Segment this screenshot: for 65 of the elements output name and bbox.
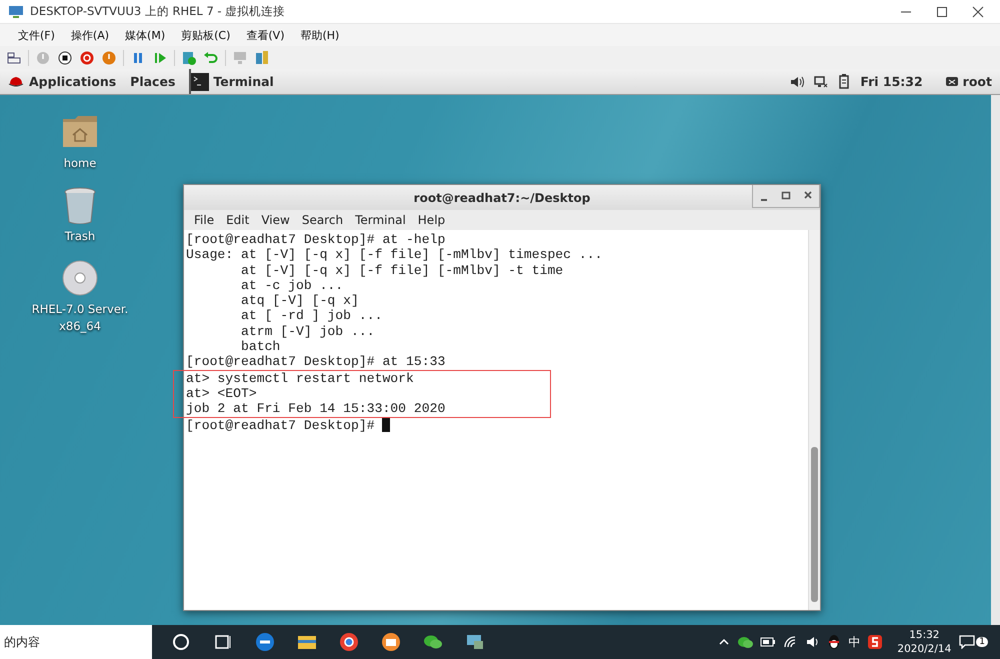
terminal-line: at> <EOT>: [186, 386, 257, 402]
window-title: DESKTOP-SVTVUU3 上的 RHEL 7 - 虚拟机连接: [30, 4, 286, 19]
places-menu[interactable]: Places: [130, 74, 176, 89]
menu-item[interactable]: 帮助(H): [292, 28, 348, 42]
terminal-title: root@readhat7:~/Desktop: [414, 190, 590, 204]
disc-icon[interactable]: [60, 259, 99, 297]
chat-icon[interactable]: [737, 635, 754, 649]
desktop-icon-label[interactable]: home: [64, 155, 96, 172]
terminal-line: [root@readhat7 Desktop]# at 15:33: [186, 354, 446, 370]
notification-count: 1: [976, 637, 988, 647]
scroll-thumb[interactable]: [811, 447, 818, 602]
search-field[interactable]: 的内容: [0, 625, 152, 659]
undo-icon[interactable]: [203, 50, 219, 66]
power-icon[interactable]: [101, 50, 117, 66]
clock[interactable]: Fri 15:32: [860, 74, 923, 89]
battery-icon[interactable]: [838, 74, 850, 89]
scroll-bar[interactable]: [991, 95, 1000, 625]
terminal-line: batch: [240, 339, 280, 354]
layout-icon[interactable]: [6, 50, 22, 66]
menu-item[interactable]: View: [255, 213, 296, 227]
user-menu[interactable]: root: [962, 74, 992, 89]
volume-icon[interactable]: [790, 76, 804, 88]
terminal-line: at -c job ...: [240, 278, 344, 294]
menu-item[interactable]: 文件(F): [10, 28, 63, 42]
terminal-line: [root@readhat7 Desktop]#: [186, 418, 376, 433]
menu-item[interactable]: Help: [412, 213, 452, 227]
sogou-icon[interactable]: [867, 634, 884, 650]
terminal-line: atq [-V] [-q x]: [240, 293, 359, 308]
scroll-bar[interactable]: [808, 230, 820, 610]
notification-button[interactable]: 1: [959, 635, 988, 649]
penguin-icon[interactable]: [827, 634, 842, 650]
hat-icon: [8, 74, 24, 88]
input-method-indicator[interactable]: 中: [848, 634, 860, 650]
menu-item[interactable]: 查看(V): [238, 28, 292, 42]
applications-menu[interactable]: Applications: [29, 74, 116, 89]
terminal-line: Usage: at [-V] [-q x] [-f file] [-mMlbv] timespec ...: [186, 247, 602, 263]
close-icon[interactable]: [972, 6, 984, 18]
terminal-line: [root@readhat7 Desktop]# at -help: [186, 232, 446, 248]
battery-icon[interactable]: [760, 636, 776, 648]
desktop-icon-label[interactable]: RHEL-7.0 Server. x86_64: [32, 301, 128, 335]
menu-item[interactable]: File: [188, 213, 220, 227]
menu-item[interactable]: Search: [296, 213, 350, 227]
clock-time[interactable]: 15:32: [909, 628, 940, 642]
terminal-line: job 2 at Fri Feb 14 15:33:00 2020: [186, 401, 446, 417]
menu-item[interactable]: 操作(A): [62, 28, 118, 42]
network-icon[interactable]: [814, 74, 828, 88]
terminal-icon: [191, 72, 210, 90]
menu-item[interactable]: 媒体(M): [117, 28, 174, 42]
menu-item[interactable]: Terminal: [349, 213, 412, 227]
message-icon: [959, 635, 976, 649]
terminal-line: at> systemctl restart network: [186, 370, 414, 386]
monitor-icon: [8, 4, 24, 18]
desktop-icon-label[interactable]: Trash: [64, 228, 96, 245]
power-icon[interactable]: [79, 50, 95, 66]
cortana-icon[interactable]: [170, 631, 192, 653]
user-icon: [944, 76, 959, 88]
terminal-line: at [-V] [-q x] [-f file] [-mMlbv] -t time: [240, 262, 564, 278]
clock-date[interactable]: 2020/2/14: [897, 642, 952, 656]
menu-item[interactable]: 剪贴板(C): [173, 28, 238, 42]
menu-item[interactable]: Edit: [220, 213, 256, 227]
stop-icon[interactable]: [57, 50, 73, 66]
maximize-icon[interactable]: [936, 6, 948, 18]
terminal-line: at [ -rd ] job ...: [240, 308, 382, 324]
terminal-line: atrm [-V] job ...: [240, 324, 375, 340]
volume-icon[interactable]: [806, 636, 820, 648]
